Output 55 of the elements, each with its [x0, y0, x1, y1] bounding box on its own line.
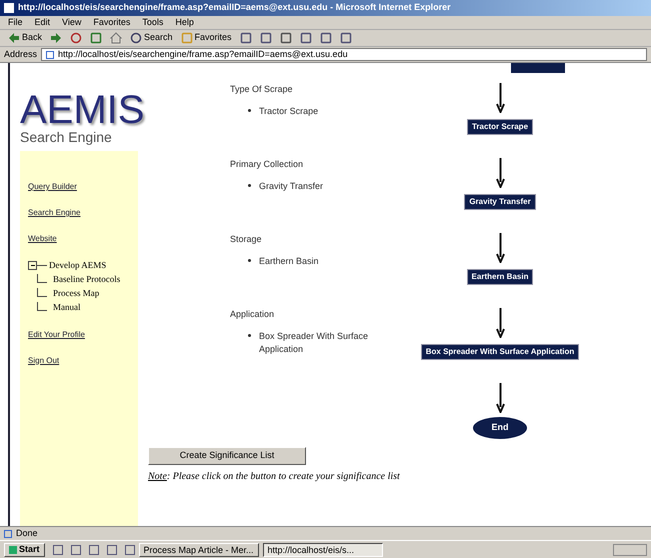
- down-arrow-icon: [496, 308, 504, 338]
- logo-title: AEMIS: [20, 91, 144, 129]
- step-choice: Box Spreader With Surface Application: [259, 330, 370, 356]
- window-title: http://localhost/eis/searchengine/frame.asp?emailID=aems@ext.usu.edu - Microsoft Internet Explorer: [18, 1, 451, 14]
- menu-item[interactable]: File: [8, 16, 23, 30]
- step-choice: Earthern Basin: [259, 254, 319, 268]
- step-category: Application: [230, 308, 276, 321]
- note-link[interactable]: Note: [148, 471, 167, 482]
- tree-item[interactable]: Baseline Protocols: [53, 273, 120, 286]
- logo-subtitle: Search Engine: [20, 129, 113, 145]
- back-icon: [8, 32, 20, 44]
- note-text: Note: Please click on the button to create your significance list: [148, 470, 401, 484]
- menu-item[interactable]: Help: [175, 16, 194, 30]
- step-category: Storage: [230, 233, 263, 246]
- step-category: Primary Collection: [230, 158, 304, 171]
- tree-item[interactable]: Process Map: [53, 287, 100, 300]
- end-node: End: [473, 417, 527, 439]
- down-arrow-icon: [496, 83, 504, 113]
- status-text: Done: [16, 526, 38, 540]
- flow-box: [511, 63, 565, 73]
- menu-item[interactable]: View: [62, 16, 82, 30]
- toolbar-button[interactable]: Back: [8, 31, 42, 45]
- down-arrow-icon: [496, 383, 504, 413]
- toolbar-button[interactable]: Search: [130, 31, 173, 45]
- menu-item[interactable]: Favorites: [93, 16, 130, 30]
- flow-box: Gravity Transfer: [464, 194, 536, 210]
- address-label: Address: [4, 48, 38, 61]
- down-arrow-icon: [496, 158, 504, 188]
- step-choice: Tractor Scrape: [259, 104, 318, 118]
- step-choice: Gravity Transfer: [259, 180, 324, 193]
- create-list-button[interactable]: Create Significance List: [148, 447, 306, 465]
- down-arrow-icon: [496, 233, 504, 263]
- toolbar-button[interactable]: [110, 32, 122, 44]
- address-field[interactable]: http://localhost/eis/searchengine/frame.asp?emailID=aems@ext.usu.edu: [41, 48, 647, 61]
- sidebar-link[interactable]: Website: [28, 233, 138, 245]
- sidebar-link[interactable]: Sign Out: [28, 354, 138, 366]
- taskbar-task[interactable]: http://localhost/eis/s...: [262, 542, 383, 556]
- step-category: Type Of Scrape: [230, 83, 294, 96]
- sidebar-link[interactable]: Search Engine: [28, 207, 138, 219]
- taskbar-task[interactable]: Process Map Article - Mer...: [138, 542, 259, 556]
- home-icon: [110, 32, 122, 44]
- sidebar-link[interactable]: Query Builder: [28, 181, 138, 193]
- menu-item[interactable]: Edit: [34, 16, 50, 30]
- start-button[interactable]: Start: [4, 542, 45, 556]
- tree-item[interactable]: Manual: [53, 301, 80, 314]
- toolbar-button[interactable]: Favorites: [180, 31, 232, 45]
- menu-item[interactable]: Tools: [142, 16, 164, 30]
- sidebar-link[interactable]: Edit Your Profile: [28, 328, 138, 340]
- toolbar-button[interactable]: [50, 32, 62, 44]
- tree-item[interactable]: Develop AEMS: [49, 259, 106, 272]
- tree-toggle[interactable]: [28, 261, 37, 270]
- flow-box: Box Spreader With Surface Application: [420, 344, 580, 360]
- flow-box: Earthern Basin: [466, 269, 534, 285]
- flow-box: Tractor Scrape: [466, 119, 534, 135]
- forward-icon: [50, 32, 62, 44]
